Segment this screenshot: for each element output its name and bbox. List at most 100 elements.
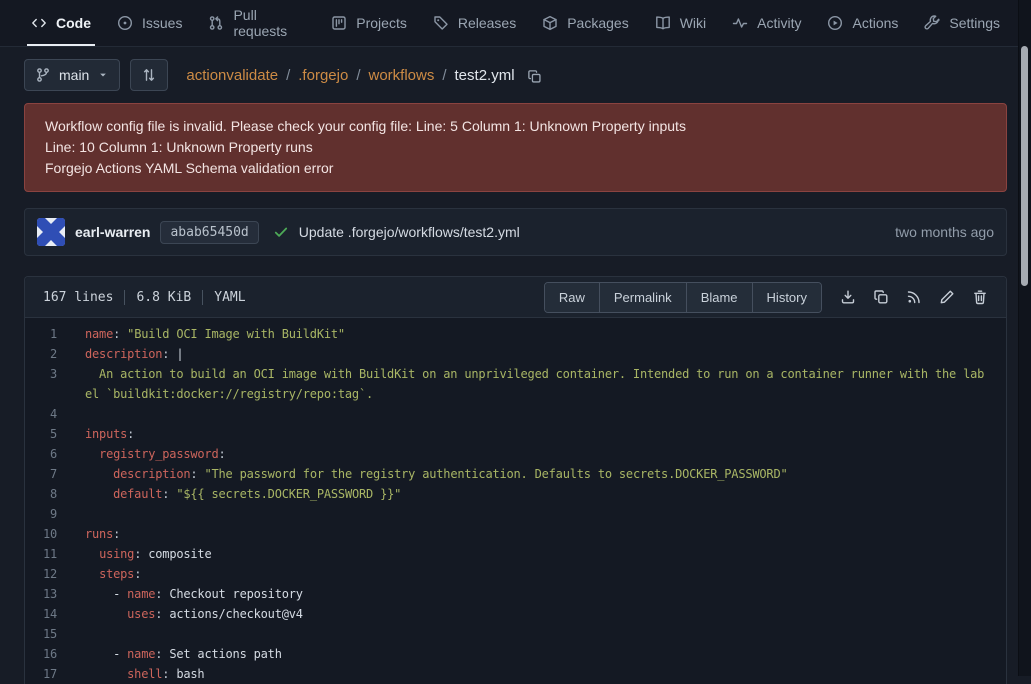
file-action-icons (840, 289, 996, 305)
commit-author[interactable]: earl-warren (75, 224, 150, 240)
code-line: 6 registry_password: (25, 444, 1006, 464)
code-line: 10runs: (25, 524, 1006, 544)
breadcrumb-separator: / (286, 67, 290, 84)
code-token: : (162, 487, 176, 501)
commit-status-check-icon[interactable] (273, 224, 289, 240)
code-token: | (176, 347, 183, 361)
rss-button[interactable] (906, 289, 922, 305)
tab-wiki[interactable]: Wiki (642, 0, 719, 46)
line-number[interactable]: 9 (25, 504, 71, 524)
code-line-content: name: "Build OCI Image with BuildKit" (71, 324, 1006, 344)
line-number[interactable]: 6 (25, 444, 71, 464)
commit-message-link[interactable]: Update .forgejo/workflows/test2.yml (299, 224, 520, 240)
code-line-content: shell: bash (71, 664, 1006, 684)
code-token: "The password for the registry authentic… (204, 467, 787, 481)
tools-icon (924, 15, 940, 31)
line-number[interactable]: 4 (25, 404, 71, 424)
scrollbar-thumb[interactable] (1021, 46, 1028, 286)
blame-button[interactable]: Blame (686, 283, 752, 312)
breadcrumb-separator: / (442, 67, 446, 84)
tag-icon (433, 15, 449, 31)
line-number[interactable]: 2 (25, 344, 71, 364)
line-number[interactable]: 7 (25, 464, 71, 484)
permalink-button[interactable]: Permalink (599, 283, 686, 312)
code-token: description (85, 347, 162, 361)
pull-request-icon (208, 15, 224, 31)
error-line: Workflow config file is invalid. Please … (45, 116, 986, 137)
divider (202, 290, 203, 305)
file-view: 167 lines 6.8 KiB YAML RawPermalinkBlame… (24, 276, 1007, 684)
code-token: name (127, 647, 155, 661)
line-number[interactable]: 17 (25, 664, 71, 684)
error-line: Forgejo Actions YAML Schema validation e… (45, 158, 986, 179)
code-line-content: An action to build an OCI image with Bui… (71, 364, 1006, 404)
repo-file-page: CodeIssuesPull requestsProjectsReleasesP… (0, 0, 1031, 684)
code-token: using (99, 547, 134, 561)
line-number[interactable]: 13 (25, 584, 71, 604)
copy-path-button[interactable] (523, 67, 542, 84)
play-circle-icon (827, 15, 843, 31)
tab-label: Activity (757, 15, 801, 31)
commit-summary: earl-warren abab65450d Update .forgejo/w… (24, 208, 1007, 256)
line-number[interactable]: 1 (25, 324, 71, 344)
breadcrumb-dir-forgejo-link[interactable]: .forgejo (298, 67, 348, 84)
code-token: Checkout repository (169, 587, 302, 601)
code-line-content (71, 624, 1006, 644)
line-number[interactable]: 14 (25, 604, 71, 624)
code-line-content: - name: Set actions path (71, 644, 1006, 664)
pulse-icon (732, 15, 748, 31)
code-line: 5inputs: (25, 424, 1006, 444)
error-line: Line: 10 Column 1: Unknown Property runs (45, 137, 986, 158)
download-button[interactable] (840, 289, 856, 305)
line-number[interactable]: 12 (25, 564, 71, 584)
tab-activity[interactable]: Activity (719, 0, 814, 46)
commit-sha-button[interactable]: abab65450d (160, 221, 258, 244)
code-line: 11 using: composite (25, 544, 1006, 564)
history-button[interactable]: History (752, 283, 821, 312)
line-number[interactable]: 3 (25, 364, 71, 404)
code-line: 14 uses: actions/checkout@v4 (25, 604, 1006, 624)
branch-select-button[interactable]: main (24, 59, 120, 91)
tab-code[interactable]: Code (18, 0, 104, 46)
code-line: 8 default: "${{ secrets.DOCKER_PASSWORD … (25, 484, 1006, 504)
avatar[interactable] (37, 218, 65, 246)
tab-issues[interactable]: Issues (104, 0, 195, 46)
line-number[interactable]: 16 (25, 644, 71, 664)
line-number[interactable]: 5 (25, 424, 71, 444)
line-number[interactable]: 10 (25, 524, 71, 544)
tab-releases[interactable]: Releases (420, 0, 529, 46)
download-icon (840, 289, 856, 305)
tab-settings[interactable]: Settings (911, 0, 1013, 46)
breadcrumb-repo-link[interactable]: actionvalidate (186, 67, 278, 84)
code-line-content (71, 404, 1006, 424)
code-token: An action to build an OCI image with Bui… (85, 367, 984, 381)
error-banner: Workflow config file is invalid. Please … (24, 103, 1007, 192)
file-language: YAML (214, 290, 245, 305)
page-scrollbar[interactable] (1018, 0, 1031, 676)
raw-button[interactable]: Raw (545, 283, 599, 312)
code-token: : (218, 447, 225, 461)
code-token: el `buildkit:docker://registry/repo:tag`… (85, 387, 373, 401)
code-line: 13 - name: Checkout repository (25, 584, 1006, 604)
tab-packages[interactable]: Packages (529, 0, 641, 46)
code-line: 7 description: "The password for the reg… (25, 464, 1006, 484)
line-number[interactable]: 8 (25, 484, 71, 504)
branch-name: main (59, 67, 89, 83)
code-line-content: inputs: (71, 424, 1006, 444)
tab-actions[interactable]: Actions (814, 0, 911, 46)
delete-icon (972, 289, 988, 305)
tab-projects[interactable]: Projects (318, 0, 420, 46)
content: main actionvalidate / .forgejo / workflo… (0, 59, 1031, 684)
delete-button[interactable] (972, 289, 988, 305)
line-number[interactable]: 15 (25, 624, 71, 644)
tab-pull-requests[interactable]: Pull requests (195, 0, 318, 46)
line-number[interactable]: 11 (25, 544, 71, 564)
code-line-content: runs: (71, 524, 1006, 544)
tab-label: Issues (142, 15, 182, 31)
code-token: actions/checkout@v4 (169, 607, 302, 621)
compare-button[interactable] (130, 59, 168, 91)
breadcrumb-dir-workflows-link[interactable]: workflows (368, 67, 434, 84)
code-token: "Build OCI Image with BuildKit" (127, 327, 345, 341)
edit-button[interactable] (939, 289, 955, 305)
copy-button[interactable] (873, 289, 889, 305)
